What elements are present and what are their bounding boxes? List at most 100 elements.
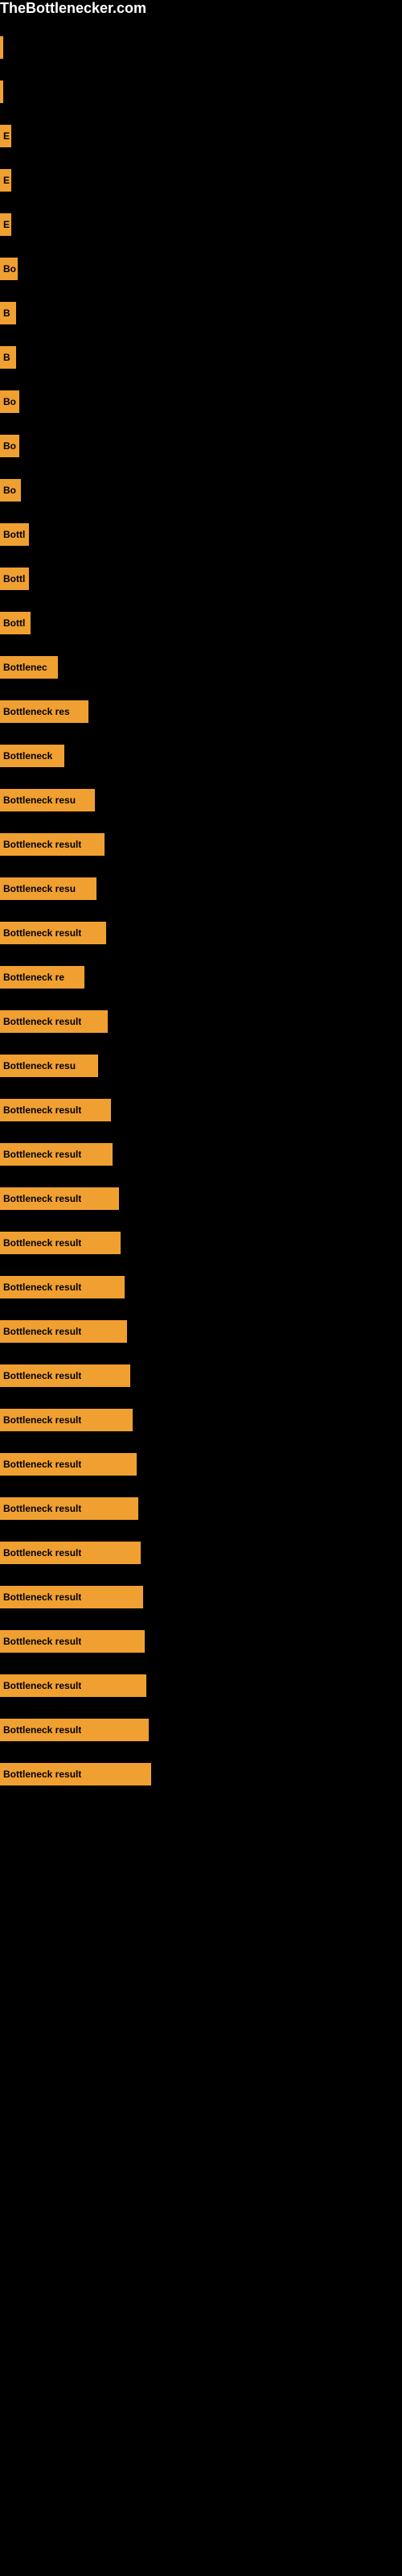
bar-label-16: Bottleneck [3, 750, 52, 762]
bar-label-37: Bottleneck result [3, 1680, 81, 1691]
bar-34: Bottleneck result [0, 1542, 141, 1564]
bar-label-2: E [3, 130, 10, 142]
bar-1 [0, 80, 3, 103]
bar-36: Bottleneck result [0, 1630, 145, 1653]
bar-label-14: Bottlenec [3, 662, 47, 673]
bar-4: E [0, 213, 11, 236]
bar-21: Bottleneck re [0, 966, 84, 989]
bar-row: Bo [0, 379, 402, 423]
bar-24: Bottleneck result [0, 1099, 111, 1121]
bar-label-31: Bottleneck result [3, 1414, 81, 1426]
bar-row: Bottleneck resu [0, 1043, 402, 1088]
bar-row: Bottleneck result [0, 1088, 402, 1132]
bar-6: B [0, 302, 16, 324]
bar-label-38: Bottleneck result [3, 1724, 81, 1736]
bar-14: Bottlenec [0, 656, 58, 679]
bar-label-27: Bottleneck result [3, 1237, 81, 1249]
bar-label-12: Bottl [3, 573, 25, 584]
bar-label-39: Bottleneck result [3, 1769, 81, 1780]
bar-row: B [0, 335, 402, 379]
bar-28: Bottleneck result [0, 1276, 125, 1298]
bar-label-34: Bottleneck result [3, 1547, 81, 1558]
bar-row: Bottleneck result [0, 1220, 402, 1265]
bar-38: Bottleneck result [0, 1719, 149, 1741]
bar-2: E [0, 125, 11, 147]
bar-30: Bottleneck result [0, 1364, 130, 1387]
bar-row: E [0, 114, 402, 158]
bar-11: Bottl [0, 523, 29, 546]
bar-label-23: Bottleneck resu [3, 1060, 76, 1071]
bar-row: Bo [0, 246, 402, 291]
bar-10: Bo [0, 479, 21, 502]
bar-29: Bottleneck result [0, 1320, 127, 1343]
bar-row: Bottleneck result [0, 1132, 402, 1176]
bar-row [0, 25, 402, 69]
bar-row: B [0, 291, 402, 335]
bar-row: Bottleneck result [0, 1663, 402, 1707]
bar-label-22: Bottleneck result [3, 1016, 81, 1027]
bar-row: Bottleneck result [0, 999, 402, 1043]
bar-label-33: Bottleneck result [3, 1503, 81, 1514]
bar-label-15: Bottleneck res [3, 706, 70, 717]
bar-22: Bottleneck result [0, 1010, 108, 1033]
bar-row: Bottleneck result [0, 1752, 402, 1796]
bar-19: Bottleneck resu [0, 877, 96, 900]
bar-label-5: Bo [3, 263, 16, 275]
bar-8: Bo [0, 390, 19, 413]
bar-label-26: Bottleneck result [3, 1193, 81, 1204]
bar-row: Bottleneck resu [0, 778, 402, 822]
bar-33: Bottleneck result [0, 1497, 138, 1520]
bar-row: Bottleneck result [0, 1575, 402, 1619]
bar-row: Bottleneck resu [0, 866, 402, 910]
bar-row [0, 69, 402, 114]
bar-label-4: E [3, 219, 10, 230]
bar-label-10: Bo [3, 485, 16, 496]
bar-row: Bottleneck result [0, 1176, 402, 1220]
bar-label-8: Bo [3, 396, 16, 407]
bar-18: Bottleneck result [0, 833, 105, 856]
bar-row: Bottleneck result [0, 1707, 402, 1752]
bar-27: Bottleneck result [0, 1232, 121, 1254]
bar-row: Bottleneck result [0, 1619, 402, 1663]
bar-20: Bottleneck result [0, 922, 106, 944]
bar-label-29: Bottleneck result [3, 1326, 81, 1337]
bar-35: Bottleneck result [0, 1586, 143, 1608]
bar-25: Bottleneck result [0, 1143, 113, 1166]
bar-row: E [0, 158, 402, 202]
bar-row: Bo [0, 423, 402, 468]
bar-row: Bottleneck re [0, 955, 402, 999]
bar-32: Bottleneck result [0, 1453, 137, 1476]
bar-label-17: Bottleneck resu [3, 795, 76, 806]
bar-row: Bo [0, 468, 402, 512]
bar-label-3: E [3, 175, 10, 186]
bar-label-7: B [3, 352, 10, 363]
bar-5: Bo [0, 258, 18, 280]
bar-row: Bottleneck result [0, 1530, 402, 1575]
bar-row: Bottleneck result [0, 910, 402, 955]
bar-23: Bottleneck resu [0, 1055, 98, 1077]
bar-label-36: Bottleneck result [3, 1636, 81, 1647]
bars-wrapper: E E E Bo B B Bo Bo Bo Bottl Bottl Bottl Bottlenec Bot… [0, 17, 402, 1796]
bar-label-11: Bottl [3, 529, 25, 540]
bar-3: E [0, 169, 11, 192]
bar-label-21: Bottleneck re [3, 972, 64, 983]
bar-label-9: Bo [3, 440, 16, 452]
bar-12: Bottl [0, 568, 29, 590]
bar-row: Bottleneck result [0, 1486, 402, 1530]
bar-7: B [0, 346, 16, 369]
bar-row: Bottl [0, 512, 402, 556]
bar-31: Bottleneck result [0, 1409, 133, 1431]
bar-row: Bottl [0, 601, 402, 645]
bar-label-18: Bottleneck result [3, 839, 81, 850]
bar-row: Bottleneck result [0, 1353, 402, 1397]
bar-label-24: Bottleneck result [3, 1104, 81, 1116]
site-title: TheBottlenecker.com [0, 0, 402, 17]
bar-label-28: Bottleneck result [3, 1282, 81, 1293]
bar-label-20: Bottleneck result [3, 927, 81, 939]
bar-row: Bottleneck result [0, 1309, 402, 1353]
bar-39: Bottleneck result [0, 1763, 151, 1785]
bar-16: Bottleneck [0, 745, 64, 767]
bar-13: Bottl [0, 612, 31, 634]
bar-row: Bottleneck result [0, 1397, 402, 1442]
bar-15: Bottleneck res [0, 700, 88, 723]
